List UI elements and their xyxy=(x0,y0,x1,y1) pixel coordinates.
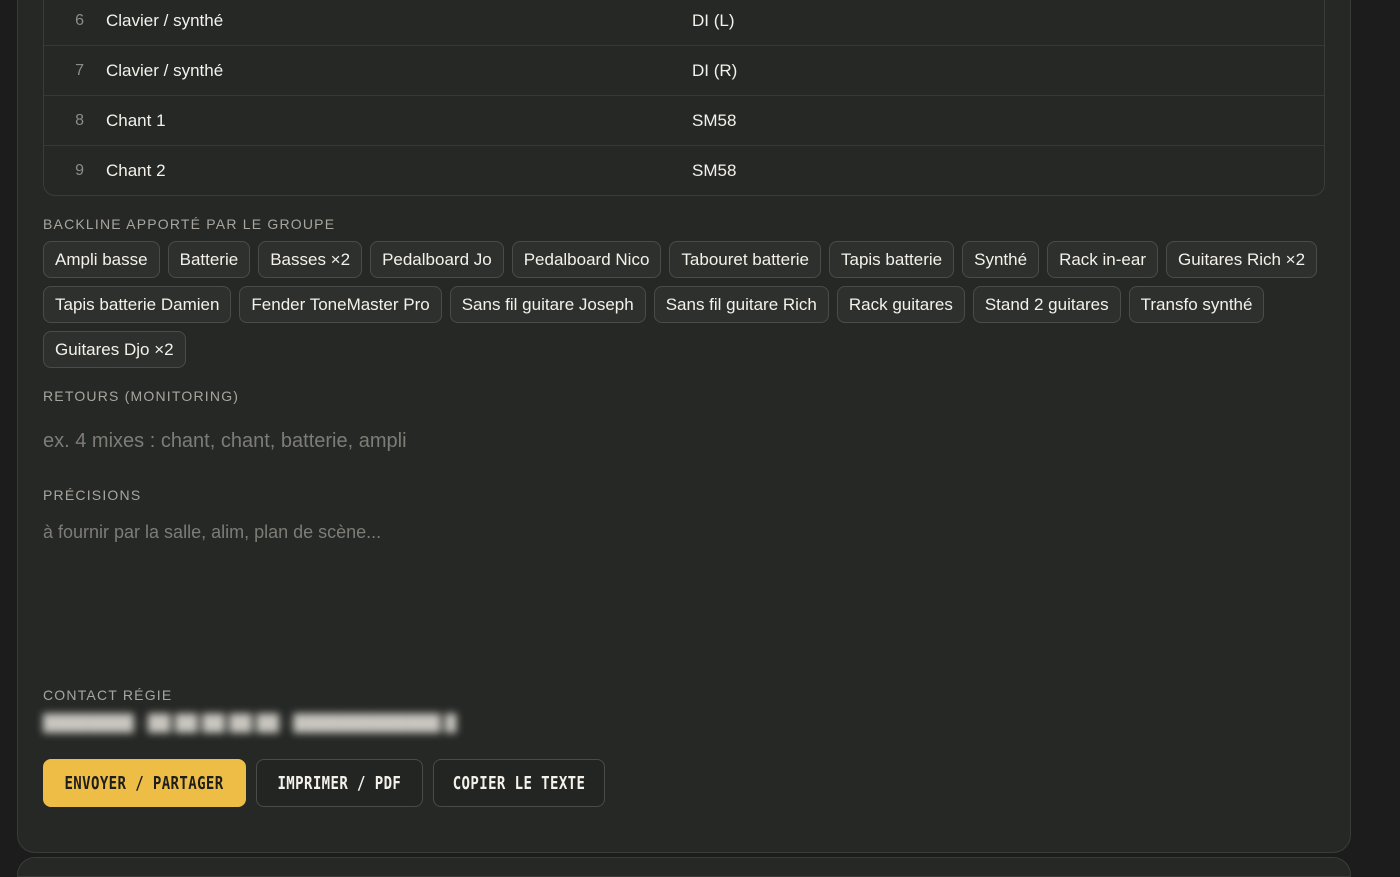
send-share-label: ENVOYER / PARTAGER xyxy=(64,772,225,794)
backline-chip[interactable]: Tapis batterie xyxy=(829,241,955,278)
retours-input[interactable] xyxy=(43,424,1325,458)
backline-chip[interactable]: Basses ×2 xyxy=(258,241,363,278)
precisions-label: PRÉCISIONS xyxy=(43,487,142,503)
backline-chip[interactable]: Batterie xyxy=(167,241,251,278)
contact-value-redacted: ████████ · ██ ██ ██ ██ ██ · ████████████… xyxy=(43,715,457,732)
copy-text-label: COPIER LE TEXTE xyxy=(452,772,586,794)
channel-table: 6 Clavier / synthé DI (L) 7 Clavier / sy… xyxy=(43,0,1325,196)
channel-name: Clavier / synthé xyxy=(106,11,224,30)
channel-mic: SM58 xyxy=(692,160,737,180)
backline-chip[interactable]: Tapis batterie Damien xyxy=(43,286,232,323)
backline-chip-list: Ampli basse Batterie Basses ×2 Pedalboar… xyxy=(43,241,1333,368)
print-pdf-label: IMPRIMER / PDF xyxy=(277,772,402,794)
table-row: 6 Clavier / synthé DI (L) xyxy=(44,0,1324,46)
backline-chip[interactable]: Rack guitares xyxy=(836,286,965,323)
backline-chip[interactable]: Fender ToneMaster Pro xyxy=(239,286,442,323)
backline-chip[interactable]: Guitares Rich ×2 xyxy=(1165,241,1318,278)
backline-chip[interactable]: Ampli basse xyxy=(43,241,160,278)
channel-number: 9 xyxy=(75,161,84,179)
backline-chip[interactable]: Pedalboard Nico xyxy=(511,241,662,278)
copy-text-button[interactable]: COPIER LE TEXTE xyxy=(433,759,605,807)
backline-chip[interactable]: Pedalboard Jo xyxy=(370,241,504,278)
contact-label: CONTACT RÉGIE xyxy=(43,687,173,703)
channel-mic: SM58 xyxy=(692,111,737,130)
send-share-button[interactable]: ENVOYER / PARTAGER xyxy=(43,759,246,807)
table-row: 8 Chant 1 SM58 xyxy=(44,97,1324,146)
channel-mic: DI (R) xyxy=(692,61,738,80)
print-pdf-button[interactable]: IMPRIMER / PDF xyxy=(256,759,423,807)
backline-chip[interactable]: Stand 2 guitares xyxy=(972,286,1121,323)
channel-mic: DI (L) xyxy=(692,11,735,30)
channel-number: 6 xyxy=(75,12,84,29)
channel-name: Chant 1 xyxy=(106,111,166,130)
channel-number: 8 xyxy=(75,112,84,129)
next-panel-edge xyxy=(17,857,1351,877)
table-row: 9 Chant 2 SM58 xyxy=(44,146,1324,195)
channel-name: Chant 2 xyxy=(106,160,166,180)
backline-chip[interactable]: Guitares Djo ×2 xyxy=(43,331,186,368)
retours-label: RETOURS (MONITORING) xyxy=(43,388,240,404)
backline-chip[interactable]: Transfo synthé xyxy=(1128,286,1265,323)
backline-chip[interactable]: Synthé xyxy=(962,241,1040,278)
channel-name: Clavier / synthé xyxy=(106,61,224,80)
channel-number: 7 xyxy=(75,62,84,79)
precisions-textarea[interactable] xyxy=(43,522,1325,652)
table-row: 7 Clavier / synthé DI (R) xyxy=(44,47,1324,96)
backline-chip[interactable]: Rack in-ear xyxy=(1047,241,1158,278)
backline-chip[interactable]: Tabouret batterie xyxy=(669,241,821,278)
backline-chip[interactable]: Sans fil guitare Rich xyxy=(653,286,829,323)
backline-chip[interactable]: Sans fil guitare Joseph xyxy=(449,286,646,323)
backline-label: BACKLINE APPORTÉ PAR LE GROUPE xyxy=(43,216,336,232)
